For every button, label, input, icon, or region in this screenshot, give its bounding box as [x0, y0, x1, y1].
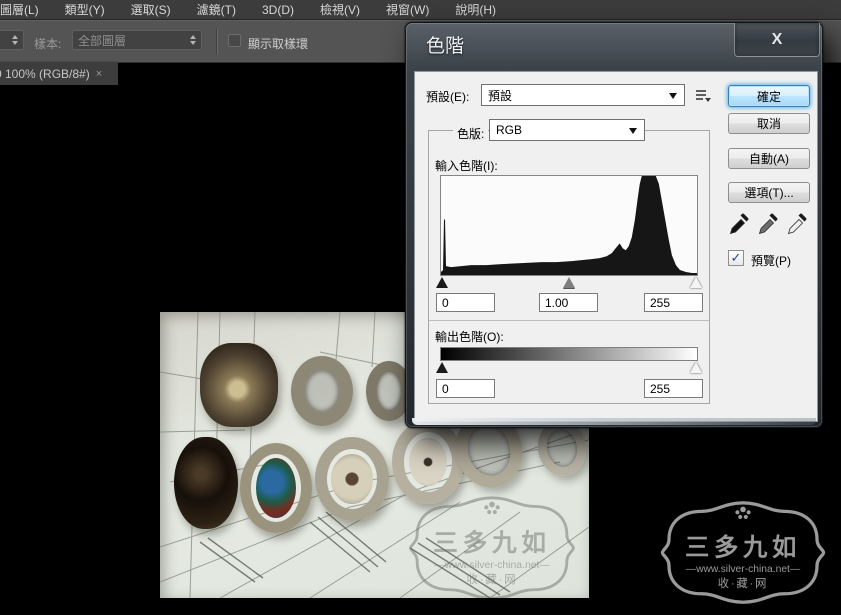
ring-enamel-face [240, 443, 312, 533]
menu-window[interactable]: 視窗(W) [373, 1, 442, 18]
ring-barrel-dome [200, 343, 278, 427]
watermark-url: —www.silver-china.net— [434, 560, 550, 571]
input-gamma-field[interactable]: 1.00 [539, 293, 598, 312]
black-point-eyedropper-icon[interactable] [728, 212, 750, 236]
white-point-eyedropper-icon[interactable] [786, 212, 808, 236]
output-white-field[interactable]: 255 [644, 379, 703, 398]
chevron-down-icon [629, 128, 637, 134]
sample-dropdown-value: 全部圖層 [78, 32, 126, 49]
channel-dropdown-value: RGB [496, 123, 522, 137]
menu-type[interactable]: 類型(Y) [52, 1, 118, 18]
preset-dropdown[interactable]: 預設 [481, 84, 685, 106]
channel-dropdown[interactable]: RGB [489, 119, 645, 141]
document-tab-close-icon[interactable]: × [96, 68, 102, 80]
ring-dark-shield [174, 437, 238, 529]
stepper-icon [12, 35, 18, 45]
watermark-title: 三多九如 [433, 529, 550, 557]
sample-label: 樣本: [34, 35, 61, 52]
dialog-close-button[interactable]: X [734, 23, 820, 57]
menu-layer[interactable]: 圖層(L) [0, 1, 52, 18]
menu-list: 圖層(L) 類型(Y) 選取(S) 濾鏡(T) 3D(D) 檢視(V) 視窗(W… [0, 0, 841, 19]
options-separator [216, 28, 217, 54]
ok-button[interactable]: 確定 [728, 85, 810, 107]
stepper-icon [190, 35, 196, 45]
cancel-button[interactable]: 取消 [728, 113, 810, 134]
channel-label: 色版: [453, 125, 488, 142]
ring-flower-face [315, 437, 389, 521]
watermark-subtitle: 收·藏·网 [718, 576, 769, 590]
watermark-title: 三多九如 [685, 534, 801, 561]
options-button[interactable]: 選項(T)... [728, 182, 810, 203]
close-icon: X [772, 31, 783, 49]
knot-icon [735, 507, 750, 519]
menu-bar: 圖層(L) 類型(Y) 選取(S) 濾鏡(T) 3D(D) 檢視(V) 視窗(W… [0, 0, 841, 20]
show-sampling-ring-checkbox[interactable] [228, 34, 241, 47]
menu-select[interactable]: 選取(S) [118, 1, 184, 18]
levels-dialog: 色階 X 預設(E): 預設 確定 取消 自動(A) 選項(T)... [405, 22, 823, 428]
input-black-slider[interactable] [436, 277, 448, 288]
document-tab[interactable]: 0 100% (RGB/8#) × [0, 61, 118, 85]
photoshop-screen: 圖層(L) 類型(Y) 選取(S) 濾鏡(T) 3D(D) 檢視(V) 視窗(W… [0, 0, 841, 615]
eyedropper-toolbar [728, 212, 814, 238]
preset-label: 預設(E): [426, 88, 469, 105]
watermark-url: —www.silver-china.net— [686, 564, 801, 575]
input-white-field[interactable]: 255 [644, 293, 703, 312]
section-divider [429, 320, 709, 321]
document-tab-label: 0 100% (RGB/8#) [0, 67, 90, 81]
auto-button[interactable]: 自動(A) [728, 148, 810, 169]
input-midtone-slider[interactable] [563, 277, 575, 288]
preset-dropdown-value: 預設 [488, 87, 512, 104]
chevron-down-icon [669, 93, 677, 99]
ring-openwork [291, 356, 353, 426]
sample-dropdown[interactable]: 全部圖層 [72, 30, 202, 50]
input-levels-label: 輸入色階(I): [435, 157, 498, 174]
watermark-logo-canvas: 三多九如 —www.silver-china.net— 收·藏·网 [654, 497, 832, 610]
output-white-slider[interactable] [690, 362, 702, 373]
watermark-logo-photo: 三多九如 —www.silver-china.net— 收·藏·网 [402, 492, 582, 598]
menu-filter[interactable]: 濾鏡(T) [184, 1, 249, 18]
menu-view[interactable]: 檢視(V) [307, 1, 373, 18]
check-icon: ✓ [731, 250, 742, 266]
output-gradient-bar [440, 347, 698, 361]
knot-icon [484, 502, 500, 515]
preview-label: 預覽(P) [751, 252, 791, 269]
show-sampling-ring-label: 顯示取樣環 [248, 35, 308, 52]
menu-help[interactable]: 說明(H) [442, 1, 509, 18]
preview-checkbox[interactable]: ✓ [728, 250, 744, 266]
input-black-field[interactable]: 0 [436, 293, 495, 312]
output-black-field[interactable]: 0 [436, 379, 495, 398]
output-black-slider[interactable] [436, 362, 448, 373]
gray-point-eyedropper-icon[interactable] [757, 212, 779, 236]
watermark-subtitle: 收·藏·网 [466, 572, 517, 586]
input-white-slider[interactable] [690, 277, 702, 288]
dialog-title[interactable]: 色階 [426, 31, 464, 58]
preset-options-menu-icon[interactable] [694, 88, 712, 103]
input-histogram [440, 175, 698, 276]
output-levels-label: 輸出色階(O): [435, 328, 504, 345]
size-combo-clipped[interactable] [0, 30, 24, 50]
menu-3d[interactable]: 3D(D) [249, 3, 307, 17]
dialog-body: 預設(E): 預設 確定 取消 自動(A) 選項(T)... [414, 71, 818, 422]
